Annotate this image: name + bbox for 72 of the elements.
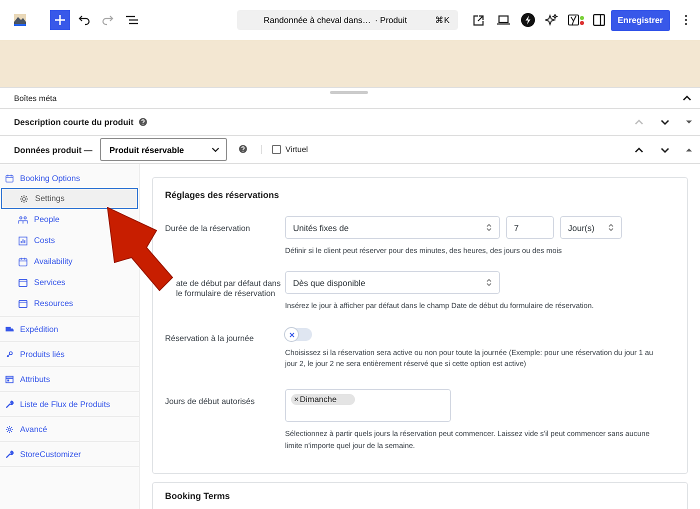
calendar-icon — [5, 174, 14, 182]
panel-title: Description courte du produit — [14, 117, 134, 127]
plus-icon — [55, 15, 65, 25]
field-label: Réservation à la journée — [165, 333, 255, 346]
duration-number-field[interactable]: 7 — [506, 216, 554, 239]
tag-chip[interactable]: ×Dimanche — [291, 394, 355, 406]
link-icon — [5, 350, 14, 358]
external-link-icon[interactable] — [472, 14, 484, 26]
collapse-chevron-icon[interactable] — [682, 93, 692, 103]
up-down-arrows-icon — [486, 278, 492, 288]
gear-icon — [19, 194, 29, 204]
move-down-chevron-icon[interactable] — [660, 117, 670, 127]
tab-item[interactable]: Costs — [0, 230, 58, 251]
tab-item[interactable]: StoreCustomizer — [0, 444, 84, 464]
tab-item[interactable]: Avancé — [0, 419, 50, 439]
expand-triangle-icon[interactable] — [686, 119, 692, 125]
field-label: Durée de la réservation — [165, 223, 252, 235]
virtual-label: Virtuel — [285, 145, 308, 154]
up-down-arrows-icon — [608, 223, 614, 232]
sparkle-icon[interactable] — [544, 14, 558, 26]
bar-chart-icon — [18, 236, 28, 246]
save-button[interactable]: Enregistrer — [610, 10, 670, 30]
laptop-icon[interactable] — [496, 15, 510, 25]
document-title-bar[interactable]: Randonnée à cheval dans… · Produit ⌘K — [236, 10, 458, 30]
panel-title: Données produit — — [14, 144, 92, 154]
sidebar-toggle-icon[interactable] — [592, 14, 605, 26]
dropdown-caret-icon — [211, 145, 220, 154]
multi-select-field[interactable]: ×Dimanche — [285, 389, 451, 422]
more-options-icon[interactable] — [684, 14, 688, 26]
add-block-button[interactable] — [50, 10, 70, 30]
toggle-switch[interactable] — [285, 328, 312, 342]
duration-type-select[interactable]: Unités fixes de — [285, 216, 500, 239]
wrench-icon — [5, 400, 14, 408]
tab-item[interactable]: Liste de Flux de Produits — [0, 394, 114, 414]
truck-icon — [5, 324, 14, 334]
duration-unit-select[interactable]: Jour(s) — [560, 216, 622, 239]
collapse-triangle-icon[interactable] — [686, 146, 692, 152]
tab-item[interactable]: Services — [0, 272, 68, 293]
wrench-icon — [5, 450, 14, 458]
default-start-date-select[interactable]: Dès que disponible — [285, 271, 500, 294]
meta-boxes-title: Boîtes méta — [14, 94, 57, 102]
help-icon[interactable] — [139, 118, 148, 126]
up-down-arrows-icon — [486, 223, 492, 232]
tab-item[interactable]: Resources — [0, 293, 76, 314]
product-type-select[interactable]: Produit réservable — [100, 138, 228, 161]
move-up-chevron-icon[interactable] — [634, 144, 644, 154]
virtual-checkbox[interactable] — [272, 145, 282, 154]
list-view-icon[interactable] — [126, 14, 138, 26]
help-icon[interactable] — [239, 144, 248, 152]
tab-item[interactable]: Expédition — [0, 319, 62, 339]
resize-handle[interactable] — [330, 91, 368, 94]
field-label: ate de début par défaut dans le formulaire de réservation — [175, 278, 282, 300]
calendar-icon — [18, 256, 28, 266]
window-icon — [18, 278, 28, 288]
tab-item[interactable]: Availability — [0, 251, 76, 272]
tab-item[interactable]: Produits liés — [0, 344, 68, 364]
bolt-circle-icon[interactable] — [520, 13, 535, 27]
tab-item[interactable]: Attributs — [0, 369, 54, 389]
gear-icon — [5, 424, 14, 434]
window-icon — [18, 298, 28, 308]
tab-item[interactable]: Booking Options — [0, 168, 84, 188]
site-logo-icon[interactable] — [14, 14, 26, 26]
undo-icon[interactable] — [78, 14, 90, 26]
close-icon — [288, 332, 294, 338]
card-title: Réglages des réservations — [165, 190, 280, 200]
seo-plugin-icon[interactable] — [568, 14, 585, 26]
field-label: Jours de début autorisés — [165, 396, 256, 408]
card-title: Booking Terms — [165, 490, 231, 501]
table-icon — [5, 374, 14, 384]
tab-item[interactable]: Settings — [1, 188, 138, 209]
people-icon — [18, 214, 28, 224]
tab-item[interactable]: People — [0, 209, 62, 230]
